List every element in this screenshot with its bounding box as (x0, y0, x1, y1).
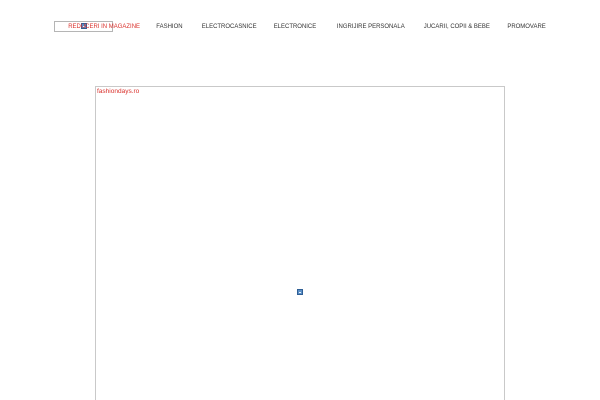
nav-item-jucarii-copii-bebe[interactable]: JUCARII, COPII & BEBE (424, 23, 490, 30)
broken-image-icon (297, 289, 303, 295)
ad-link[interactable]: fashiondays.ro (97, 88, 139, 95)
nav-item-electronice[interactable]: ELECTRONICE (274, 23, 317, 30)
nav-item-ingrijire-personala[interactable]: INGRIJIRE PERSONALA (337, 23, 405, 30)
nav-item-promovare[interactable]: PROMOVARE (508, 23, 546, 30)
nav-item-fashion[interactable]: FASHION (157, 23, 183, 30)
main-nav: REDUCERI IN MAGAZINE FASHION ELECTROCASN… (48, 20, 546, 32)
page: REDUCERI IN MAGAZINE FASHION ELECTROCASN… (0, 0, 600, 400)
nav-item-electrocasnice[interactable]: ELECTROCASNICE (202, 23, 257, 30)
ad-frame[interactable]: fashiondays.ro (95, 86, 505, 400)
nav-item-reduceri-in-magazine[interactable]: REDUCERI IN MAGAZINE (68, 23, 140, 30)
